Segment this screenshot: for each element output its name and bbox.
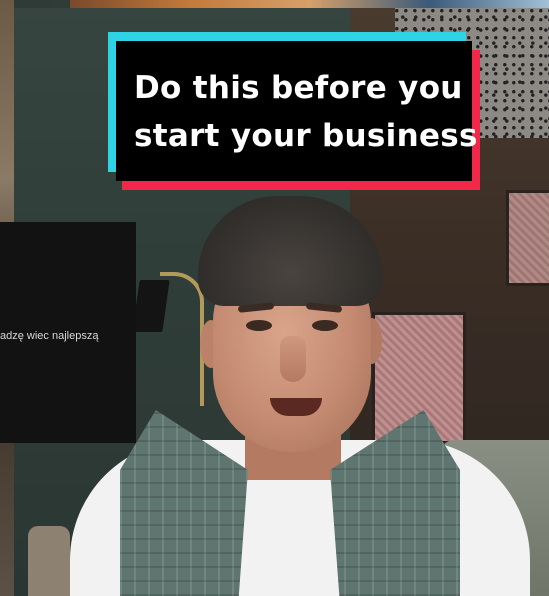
top-edge-strip [70, 0, 549, 8]
caption-line-1: Do this before you [134, 70, 463, 106]
eye-right [312, 320, 338, 331]
nose [280, 336, 306, 382]
caption-box [116, 41, 472, 181]
chair [28, 526, 70, 596]
video-frame[interactable]: Do this before you start your business a… [0, 0, 549, 596]
caption-line-2: start your business [134, 118, 478, 154]
pink-panel [506, 190, 549, 286]
overlay-subtitle-text: adzę wiec najlepszą [0, 330, 99, 342]
video-caption: Do this before you start your business [108, 32, 480, 190]
eye-left [246, 320, 272, 331]
